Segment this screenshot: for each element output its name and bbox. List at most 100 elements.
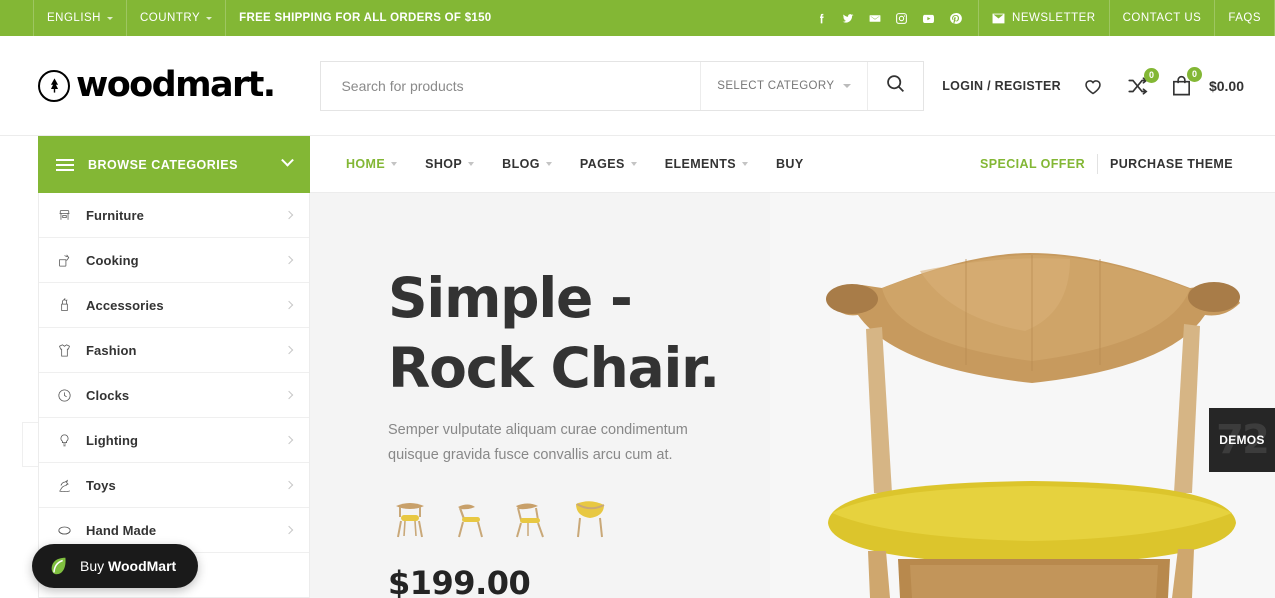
login-register-link[interactable]: LOGIN / REGISTER	[942, 79, 1061, 93]
chair-thumb-top[interactable]	[568, 494, 612, 540]
nav-label: SHOP	[425, 157, 463, 171]
page-body: Furniture Cooking Accessories Fashion Cl…	[0, 193, 1275, 598]
search-input[interactable]	[321, 61, 701, 110]
nav-label: BLOG	[502, 157, 540, 171]
hero-content: Simple - Rock Chair. Semper vulputate al…	[388, 263, 788, 598]
sidebar-item-cooking[interactable]: Cooking	[39, 238, 309, 283]
sidebar-edge-tab[interactable]	[22, 422, 38, 467]
instagram-icon[interactable]	[895, 12, 908, 25]
chair-thumb-side[interactable]	[448, 494, 492, 540]
purchase-theme-link[interactable]: PURCHASE THEME	[1110, 157, 1233, 171]
chevron-down-icon	[206, 16, 213, 20]
nav-label: PAGES	[579, 157, 625, 171]
chevron-right-icon	[284, 390, 294, 400]
language-selector[interactable]: ENGLISH	[33, 0, 126, 36]
chevron-down-icon	[630, 162, 637, 166]
logo-text: woodmart.	[76, 65, 276, 105]
sidebar-item-label: Clocks	[86, 387, 130, 403]
site-logo[interactable]: woodmart.	[38, 65, 276, 105]
nav-label: HOME	[346, 157, 386, 171]
newsletter-link[interactable]: NEWSLETTER	[978, 0, 1109, 36]
search-icon	[885, 73, 906, 99]
country-label: COUNTRY	[140, 12, 201, 24]
site-header: woodmart. SELECT CATEGORY LOGIN / REGIST…	[0, 36, 1275, 136]
cart-total: $0.00	[1208, 77, 1244, 94]
special-offer-link[interactable]: SPECIAL OFFER	[980, 157, 1085, 171]
sidebar-item-furniture[interactable]: Furniture	[39, 193, 309, 238]
faqs-label: FAQS	[1228, 12, 1261, 24]
hero-price: $199.00	[388, 563, 531, 598]
email-icon[interactable]	[868, 12, 882, 25]
search-submit-button[interactable]	[867, 61, 924, 110]
chevron-right-icon	[284, 300, 294, 310]
buy-brand: WoodMart	[108, 558, 177, 574]
sidebar-item-toys[interactable]: Toys	[39, 463, 309, 508]
chair-thumb-front[interactable]	[388, 494, 432, 540]
nav-item-pages[interactable]: PAGES	[566, 157, 651, 171]
sidebar-item-label: Cooking	[86, 252, 139, 268]
hero-slider: Simple - Rock Chair. Semper vulputate al…	[310, 193, 1275, 598]
facebook-icon[interactable]	[815, 12, 828, 25]
chevron-down-icon	[391, 162, 398, 166]
nav-item-home[interactable]: HOME	[332, 157, 411, 171]
browse-categories-label: BROWSE CATEGORIES	[88, 157, 238, 172]
chevron-right-icon	[284, 345, 294, 355]
lighting-icon	[56, 432, 80, 449]
chevron-down-icon	[843, 83, 852, 88]
faqs-link[interactable]: FAQS	[1214, 0, 1275, 36]
clock-icon	[56, 387, 80, 404]
rocking-chair-photo	[770, 193, 1275, 598]
nav-item-elements[interactable]: ELEMENTS	[651, 157, 762, 171]
top-bar-left: ENGLISH COUNTRY FREE SHIPPING FOR ALL OR…	[0, 0, 505, 36]
compare-button[interactable]: 0	[1125, 67, 1159, 97]
sidebar-item-label: Accessories	[86, 297, 164, 313]
sidebar-item-fashion[interactable]: Fashion	[39, 328, 309, 373]
chevron-right-icon	[284, 525, 294, 535]
sidebar-item-label: Furniture	[86, 207, 144, 223]
sidebar-item-label: Toys	[86, 477, 116, 493]
search-category-label: SELECT CATEGORY	[717, 79, 835, 92]
chair-thumb-angle[interactable]	[508, 494, 552, 540]
handmade-icon	[56, 522, 80, 539]
leaf-icon	[48, 555, 70, 577]
language-label: ENGLISH	[47, 12, 101, 24]
pinterest-icon[interactable]	[949, 12, 962, 25]
chevron-right-icon	[284, 210, 294, 220]
youtube-icon[interactable]	[921, 12, 936, 25]
chevron-down-icon	[281, 153, 294, 167]
sidebar-item-clocks[interactable]: Clocks	[39, 373, 309, 418]
accessories-icon	[56, 297, 80, 314]
nav-item-buy[interactable]: BUY	[762, 157, 818, 171]
contact-us-link[interactable]: CONTACT US	[1108, 0, 1215, 36]
nav-label: BUY	[775, 157, 804, 171]
country-selector[interactable]: COUNTRY	[126, 0, 225, 36]
nav-item-blog[interactable]: BLOG	[488, 157, 566, 171]
sidebar-item-label: Lighting	[86, 432, 139, 448]
toys-icon	[56, 477, 80, 494]
cart-count-badge: 0	[1186, 66, 1202, 82]
main-menu: HOME SHOP BLOG PAGES ELEMENTS BUY SPECIA…	[310, 136, 1275, 193]
chevron-down-icon	[107, 16, 113, 20]
demos-tab[interactable]: 72 DEMOS	[1209, 408, 1275, 472]
buy-woodmart-label: Buy WoodMart	[80, 558, 176, 574]
envelope-icon	[992, 13, 1005, 24]
nav-item-shop[interactable]: SHOP	[411, 157, 488, 171]
browse-categories-button[interactable]: BROWSE CATEGORIES	[38, 136, 310, 193]
wishlist-button[interactable]	[1081, 75, 1105, 97]
nav-divider	[1097, 154, 1099, 174]
sidebar-item-lighting[interactable]: Lighting	[39, 418, 309, 463]
twitter-icon[interactable]	[841, 12, 855, 25]
sidebar-item-label: Hand Made	[86, 522, 157, 538]
search-category-select[interactable]: SELECT CATEGORY	[700, 61, 867, 110]
newsletter-label: NEWSLETTER	[1012, 12, 1096, 24]
chevron-down-icon	[468, 162, 475, 166]
fashion-icon	[56, 342, 80, 359]
sidebar-item-accessories[interactable]: Accessories	[39, 283, 309, 328]
product-thumbnails	[388, 494, 788, 540]
cooking-icon	[56, 252, 80, 269]
tree-circle-icon	[38, 69, 70, 102]
buy-woodmart-button[interactable]: Buy WoodMart	[32, 544, 199, 588]
category-sidebar: Furniture Cooking Accessories Fashion Cl…	[38, 193, 310, 598]
social-links	[807, 0, 978, 36]
cart-button[interactable]: 0	[1170, 66, 1202, 98]
